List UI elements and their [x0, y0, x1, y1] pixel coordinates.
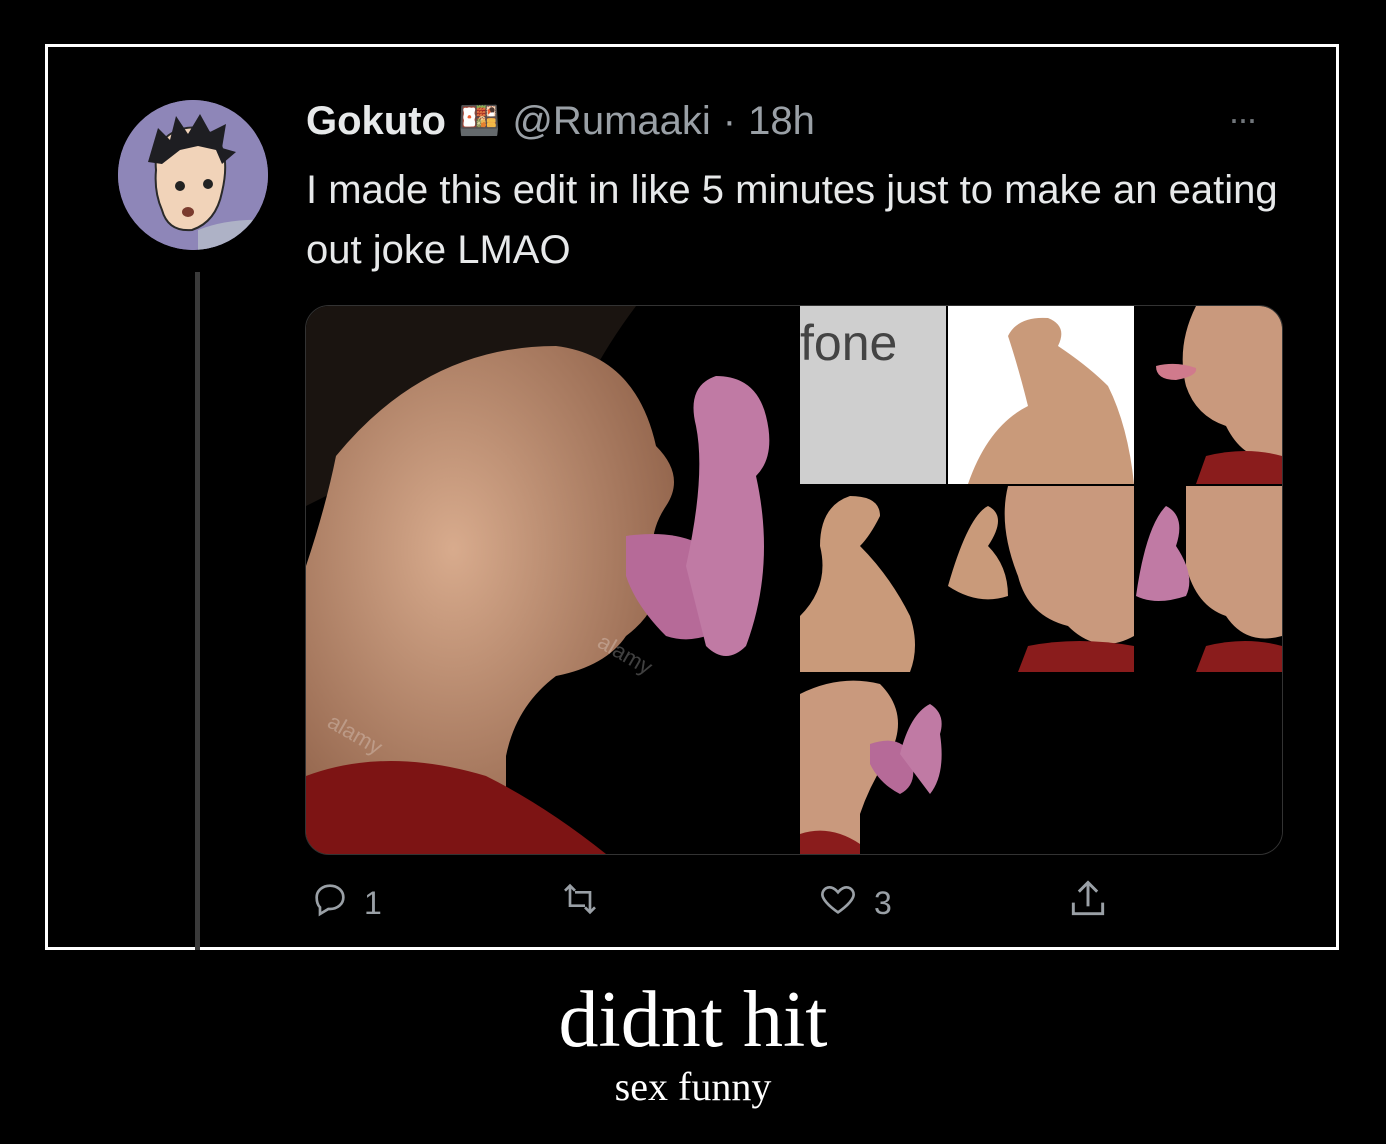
- media-empty-cell: [948, 674, 1282, 854]
- reply-count: 1: [364, 884, 382, 921]
- tweet-text: I made this edit in like 5 minutes just …: [306, 168, 1278, 272]
- like-icon: [816, 879, 860, 927]
- share-action[interactable]: [1066, 878, 1110, 928]
- media-fone-cell: fone: [800, 306, 946, 484]
- caption-subtitle: sex funny: [614, 1064, 772, 1109]
- tweet-media[interactable]: alamy alamy fone: [305, 305, 1283, 855]
- media-arm-cell: [800, 486, 946, 672]
- media-face-tongue-cell: [1136, 306, 1282, 484]
- media-main-image: alamy alamy: [306, 306, 799, 854]
- user-handle[interactable]: @Rumaaki: [512, 99, 710, 144]
- reply-icon: [310, 879, 350, 927]
- like-action[interactable]: 3: [816, 878, 892, 928]
- media-small-final-cell: [800, 674, 946, 854]
- more-icon[interactable]: ···: [1228, 98, 1258, 140]
- media-combo-cell: [948, 486, 1134, 672]
- reply-action[interactable]: 1: [310, 878, 382, 928]
- media-bicep-cell: [948, 306, 1134, 484]
- fone-label: fone: [800, 315, 898, 371]
- like-count: 3: [874, 884, 892, 921]
- separator-dot: ·: [722, 98, 737, 143]
- tweet-header: Gokuto 🍱 @Rumaaki · 18h: [306, 96, 815, 146]
- avatar[interactable]: [118, 100, 268, 250]
- bento-box-icon: 🍱: [457, 102, 501, 140]
- share-icon: [1066, 877, 1110, 929]
- media-pink-combo-cell: [1136, 486, 1282, 672]
- retweet-icon: [558, 879, 602, 927]
- display-name[interactable]: Gokuto: [306, 99, 446, 144]
- thread-line: [195, 272, 200, 950]
- retweet-action[interactable]: [558, 878, 616, 928]
- tweet-time[interactable]: 18h: [748, 99, 815, 144]
- caption-title: didnt hit: [558, 976, 828, 1064]
